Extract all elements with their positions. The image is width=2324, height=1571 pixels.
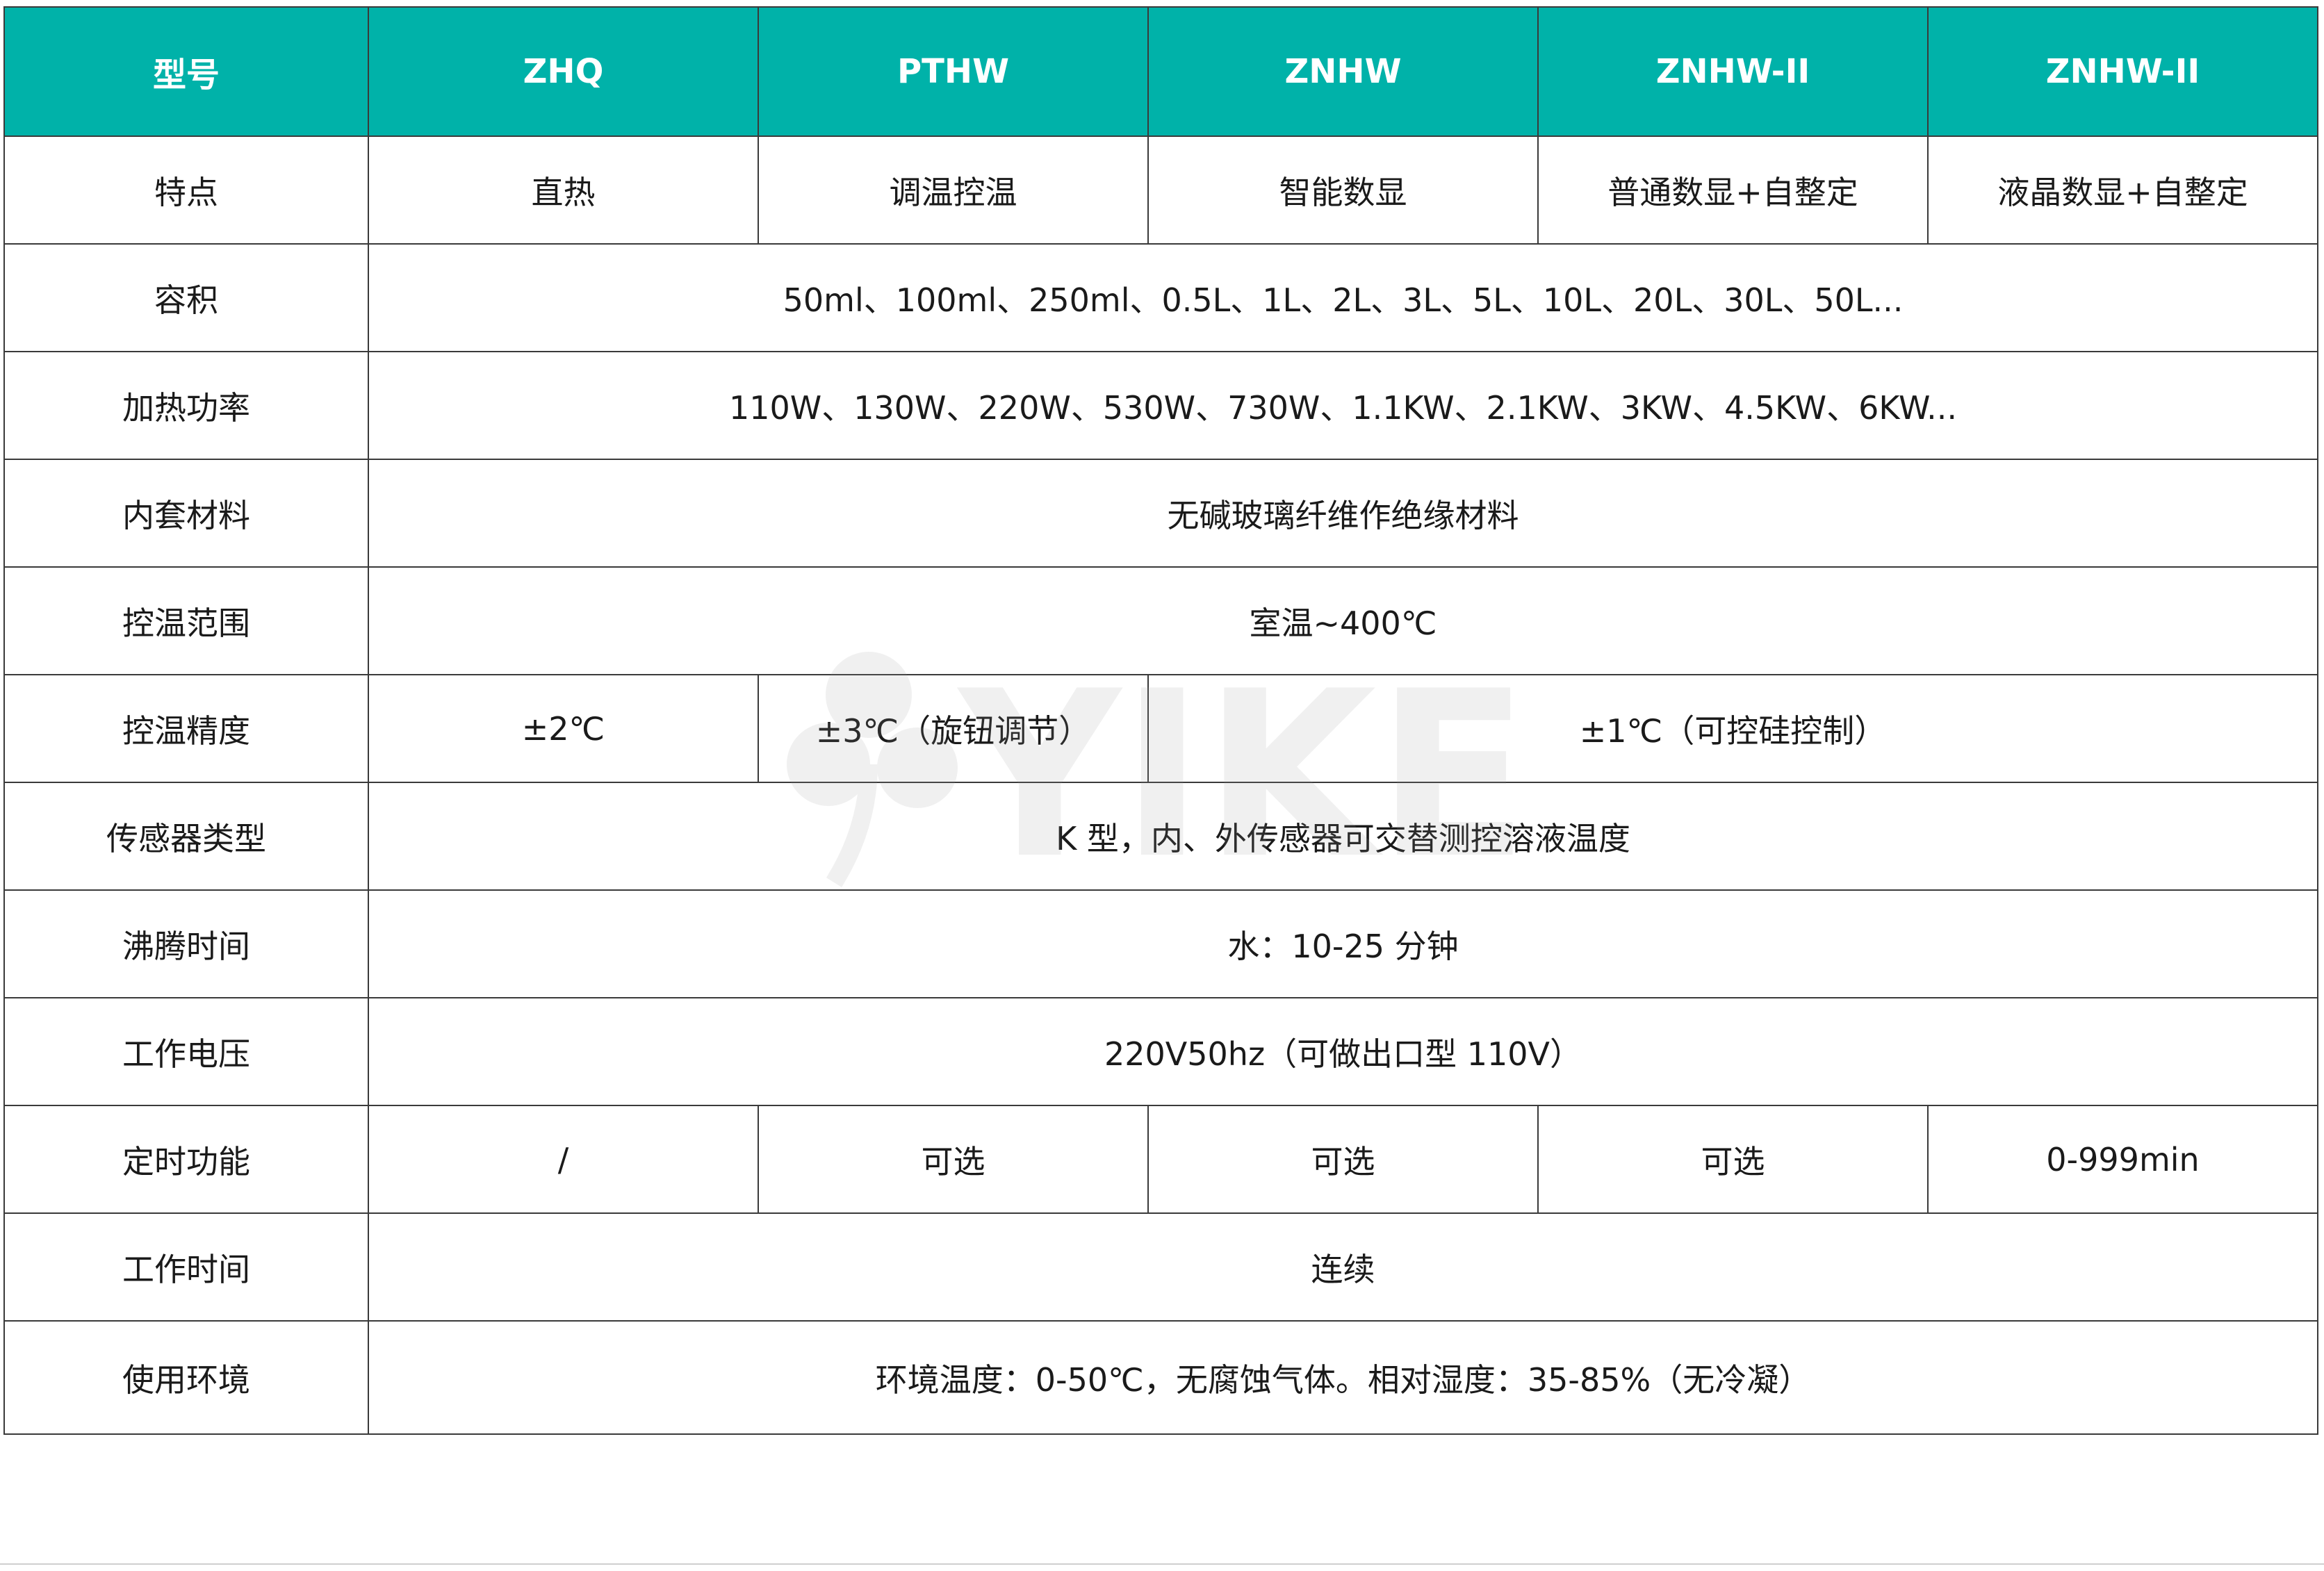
header-cell-znhw-ii-b: ZNHW-II [1927, 6, 2318, 137]
row-label: 工作时间 [3, 1212, 369, 1322]
table-cell: 220V50hz（可做出口型 110V） [368, 997, 2318, 1106]
table-cell: ±1℃（可控硅控制） [1147, 674, 2318, 783]
bottom-divider [0, 1563, 2324, 1565]
table-cell: 可选 [758, 1105, 1149, 1214]
table-cell: 环境温度：0-50℃，无腐蚀气体。相对湿度：35-85%（无冷凝） [368, 1320, 2318, 1435]
table-cell: 室温~400℃ [368, 566, 2318, 675]
row-label: 控温范围 [3, 566, 369, 675]
table-row: 控温精度 ±2℃ ±3℃（旋钮调节） ±1℃（可控硅控制） [3, 674, 2318, 783]
row-label: 特点 [3, 135, 369, 245]
table-row: 加热功率 110W、130W、220W、530W、730W、1.1KW、2.1K… [3, 351, 2318, 460]
table-cell: ±3℃（旋钮调节） [758, 674, 1149, 783]
row-label: 控温精度 [3, 674, 369, 783]
row-label: 传感器类型 [3, 782, 369, 891]
table-row: 沸腾时间 水：10-25 分钟 [3, 889, 2318, 998]
table-cell: / [368, 1105, 759, 1214]
table-row: 传感器类型 K 型，内、外传感器可交替测控溶液温度 [3, 782, 2318, 891]
table-row: 工作时间 连续 [3, 1212, 2318, 1322]
table-cell: 水：10-25 分钟 [368, 889, 2318, 998]
table-row: 工作电压 220V50hz（可做出口型 110V） [3, 997, 2318, 1106]
table-cell: 无碱玻璃纤维作绝缘材料 [368, 459, 2318, 568]
table-row: 定时功能 / 可选 可选 可选 0-999min [3, 1105, 2318, 1214]
table-cell: 调温控温 [758, 135, 1149, 245]
row-label: 沸腾时间 [3, 889, 369, 998]
table-cell: 连续 [368, 1212, 2318, 1322]
table-cell: 110W、130W、220W、530W、730W、1.1KW、2.1KW、3KW… [368, 351, 2318, 460]
table-cell: 直热 [368, 135, 759, 245]
table-cell: 0-999min [1927, 1105, 2318, 1214]
table-row: 容积 50ml、100ml、250ml、0.5L、1L、2L、3L、5L、10L… [3, 243, 2318, 352]
table-cell: 液晶数显+自整定 [1927, 135, 2318, 245]
row-label: 工作电压 [3, 997, 369, 1106]
table-row: 使用环境 环境温度：0-50℃，无腐蚀气体。相对湿度：35-85%（无冷凝） [3, 1320, 2318, 1435]
header-cell-znhw-ii-a: ZNHW-II [1537, 6, 1929, 137]
row-label: 定时功能 [3, 1105, 369, 1214]
table-cell: 普通数显+自整定 [1537, 135, 1929, 245]
table-cell: ±2℃ [368, 674, 759, 783]
header-cell-model: 型号 [3, 6, 369, 137]
table-row: 控温范围 室温~400℃ [3, 566, 2318, 675]
table-row: 内套材料 无碱玻璃纤维作绝缘材料 [3, 459, 2318, 568]
table-cell: 50ml、100ml、250ml、0.5L、1L、2L、3L、5L、10L、20… [368, 243, 2318, 352]
row-label: 容积 [3, 243, 369, 352]
table-cell: K 型，内、外传感器可交替测控溶液温度 [368, 782, 2318, 891]
table-cell: 智能数显 [1147, 135, 1539, 245]
table-row: 特点 直热 调温控温 智能数显 普通数显+自整定 液晶数显+自整定 [3, 135, 2318, 245]
table-cell: 可选 [1537, 1105, 1929, 1214]
header-cell-pthw: PTHW [758, 6, 1149, 137]
row-label: 加热功率 [3, 351, 369, 460]
header-row: 型号 ZHQ PTHW ZNHW ZNHW-II ZNHW-II [3, 6, 2318, 137]
table-cell: 可选 [1147, 1105, 1539, 1214]
header-cell-zhq: ZHQ [368, 6, 759, 137]
row-label: 使用环境 [3, 1320, 369, 1435]
spec-table: 型号 ZHQ PTHW ZNHW ZNHW-II ZNHW-II 特点 直热 调… [3, 6, 2318, 1435]
row-label: 内套材料 [3, 459, 369, 568]
header-cell-znhw: ZNHW [1147, 6, 1539, 137]
